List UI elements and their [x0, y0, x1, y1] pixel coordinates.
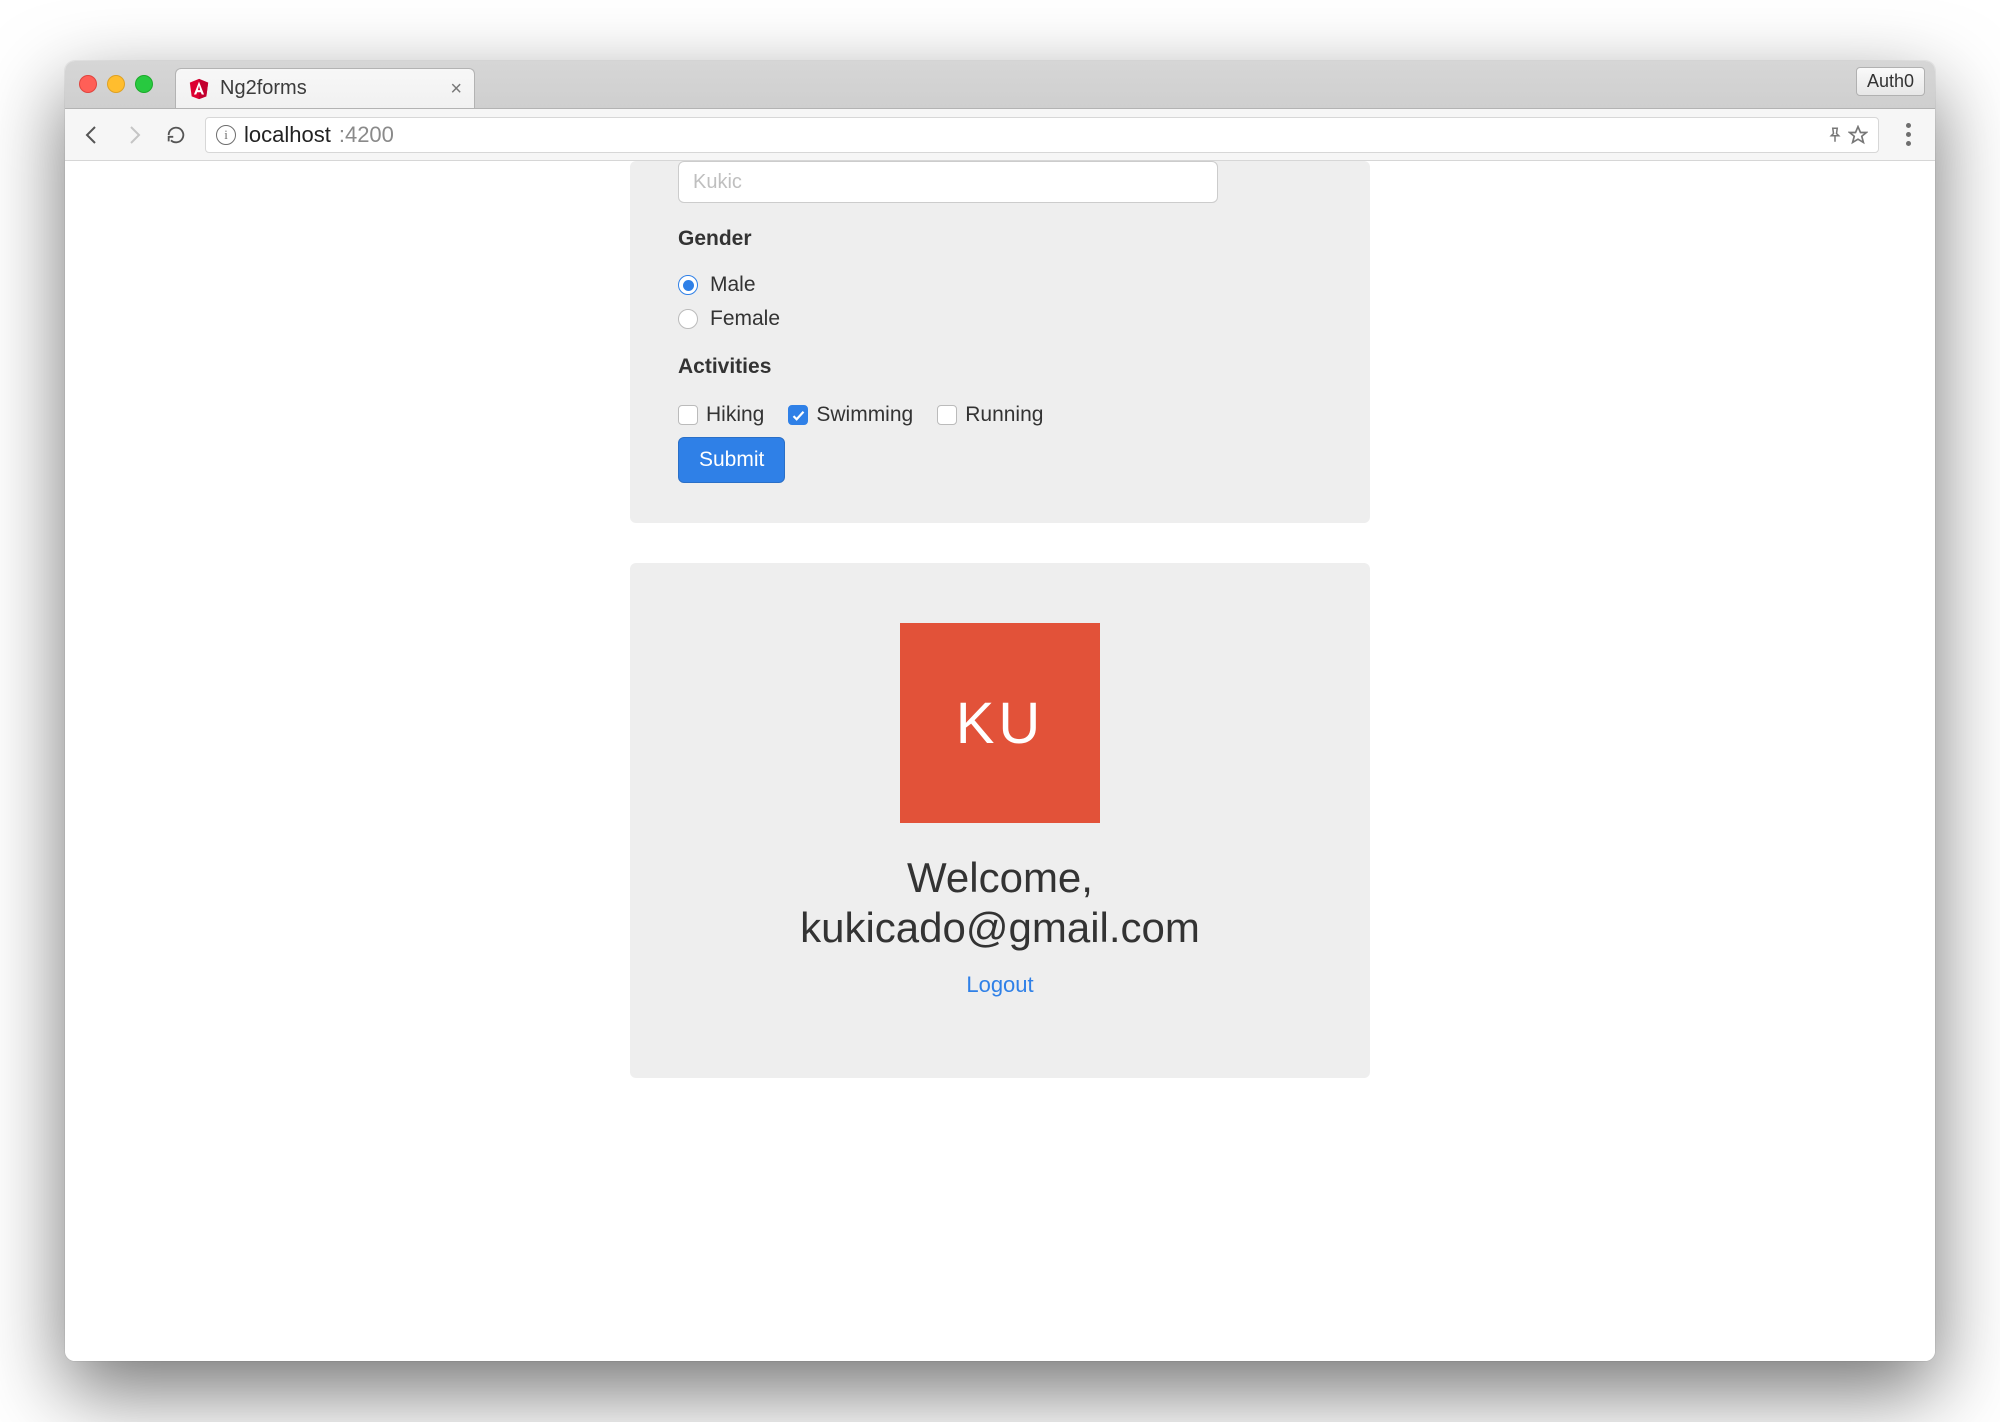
activity-running-label: Running [965, 403, 1043, 427]
last-name-value: Kukic [693, 171, 742, 194]
submit-button[interactable]: Submit [678, 437, 785, 483]
tab-title: Ng2forms [220, 77, 440, 100]
browser-window: Ng2forms × Auth0 i localhost :4200 [65, 61, 1935, 1361]
maximize-window-button[interactable] [135, 75, 153, 93]
site-info-icon[interactable]: i [216, 125, 236, 145]
bookmark-controls[interactable] [1826, 125, 1868, 145]
minimize-window-button[interactable] [107, 75, 125, 93]
activities-row: Hiking Swimming Running [678, 403, 1322, 427]
reload-button[interactable] [163, 122, 189, 148]
back-button[interactable] [79, 122, 105, 148]
pushpin-icon [1826, 126, 1844, 144]
activities-label: Activities [678, 355, 1322, 379]
welcome-prefix: Welcome, [907, 854, 1093, 901]
window-controls [79, 75, 153, 93]
url-path: :4200 [339, 122, 394, 148]
close-tab-icon[interactable]: × [450, 79, 462, 99]
activity-swimming-label: Swimming [816, 403, 913, 427]
url-host: localhost [244, 122, 331, 148]
avatar-initials: KU [956, 690, 1045, 757]
close-window-button[interactable] [79, 75, 97, 93]
gender-female-label: Female [710, 307, 780, 331]
browser-toolbar: i localhost :4200 [65, 109, 1935, 161]
radio-unchecked-icon [678, 309, 698, 329]
gender-label: Gender [678, 227, 1322, 251]
gender-female-option[interactable]: Female [678, 307, 1322, 331]
profile-panel: KU Welcome, kukicado@gmail.com Logout [630, 563, 1370, 1078]
gender-male-label: Male [710, 273, 756, 297]
forward-button[interactable] [121, 122, 147, 148]
logout-link[interactable]: Logout [966, 972, 1033, 997]
gender-male-option[interactable]: Male [678, 273, 1322, 297]
activity-running[interactable]: Running [937, 403, 1043, 427]
last-name-input[interactable]: Kukic [678, 161, 1218, 203]
browser-menu-button[interactable] [1895, 123, 1921, 146]
form-panel: Kukic Gender Male Female Activities [630, 161, 1370, 523]
browser-tab[interactable]: Ng2forms × [175, 68, 475, 108]
welcome-email: kukicado@gmail.com [800, 904, 1200, 951]
avatar: KU [900, 623, 1100, 823]
activity-swimming[interactable]: Swimming [788, 403, 913, 427]
star-icon [1848, 125, 1868, 145]
checkbox-unchecked-icon [937, 405, 957, 425]
checkbox-checked-icon [788, 405, 808, 425]
checkbox-unchecked-icon [678, 405, 698, 425]
browser-tab-bar: Ng2forms × Auth0 [65, 61, 1935, 109]
welcome-heading: Welcome, kukicado@gmail.com [678, 853, 1322, 954]
page-viewport: Kukic Gender Male Female Activities [65, 161, 1935, 1361]
angular-favicon-icon [188, 78, 210, 100]
address-bar[interactable]: i localhost :4200 [205, 117, 1879, 153]
activity-hiking[interactable]: Hiking [678, 403, 764, 427]
activity-hiking-label: Hiking [706, 403, 764, 427]
browser-profile-button[interactable]: Auth0 [1856, 67, 1925, 96]
radio-checked-icon [678, 275, 698, 295]
